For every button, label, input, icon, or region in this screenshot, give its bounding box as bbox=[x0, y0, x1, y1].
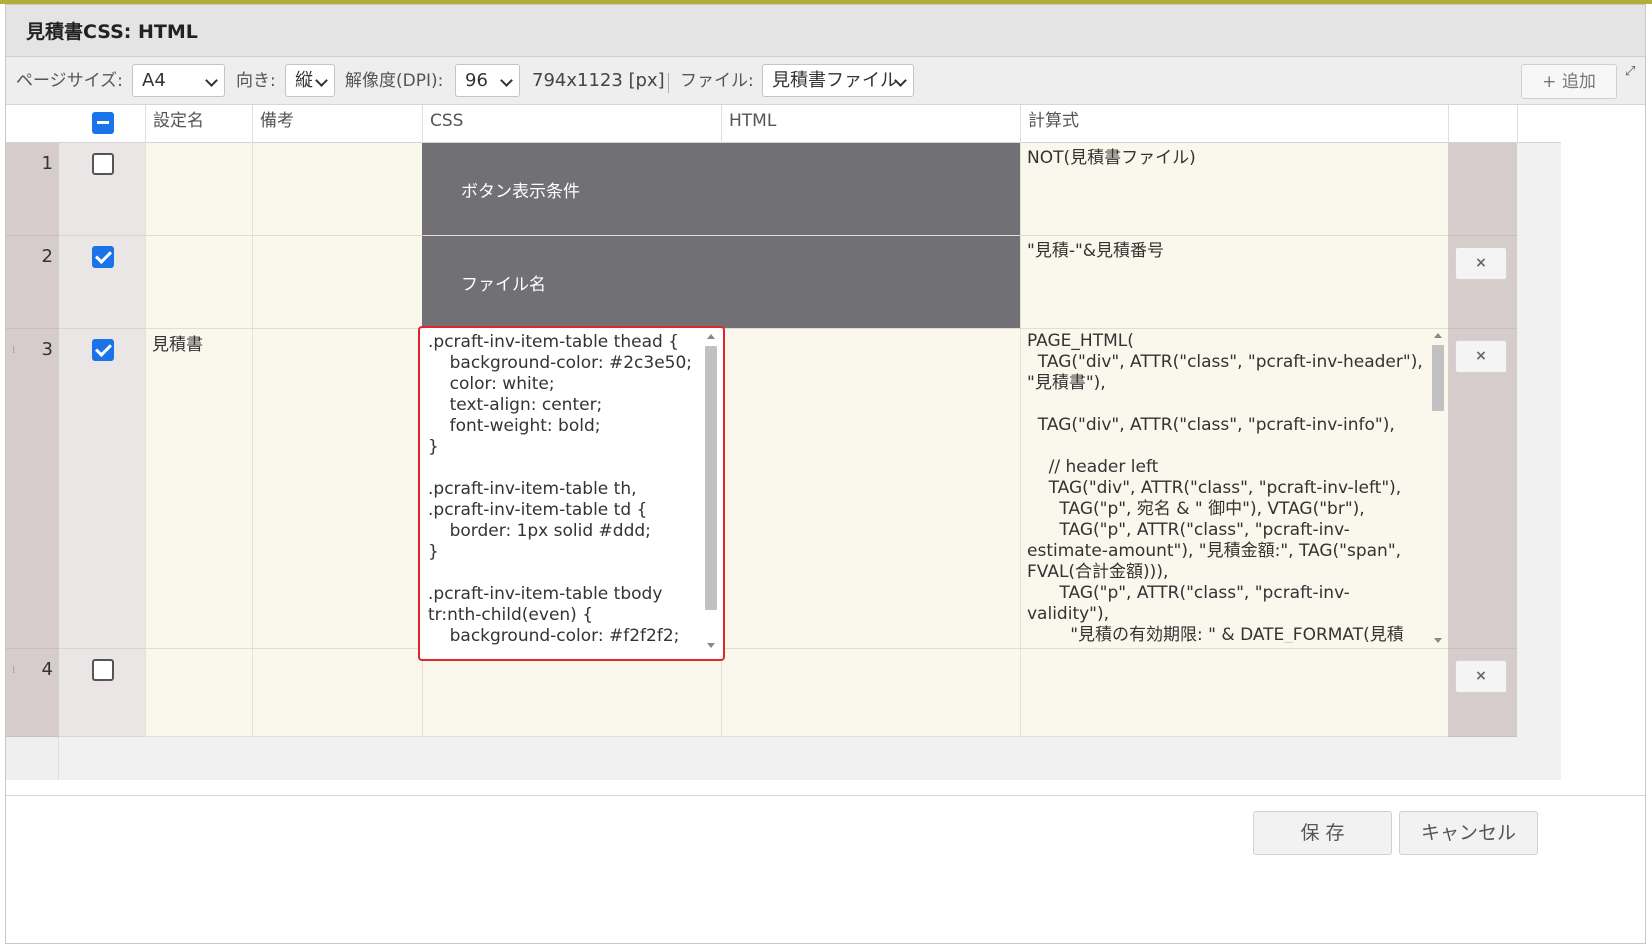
row-number: 1 bbox=[6, 143, 59, 236]
close-icon: × bbox=[1475, 348, 1487, 364]
column-header-blank bbox=[1517, 105, 1561, 143]
row-number-label: 4 bbox=[41, 659, 53, 680]
formula-cell[interactable] bbox=[1020, 649, 1448, 737]
row-number-label: 3 bbox=[41, 339, 53, 360]
row-checkbox[interactable] bbox=[92, 153, 114, 175]
column-header-name[interactable]: 設定名 bbox=[145, 105, 252, 143]
column-header-formula[interactable]: 計算式 bbox=[1020, 105, 1448, 143]
row-number: ⁞ 3 bbox=[6, 329, 59, 649]
empty-row-gutter bbox=[6, 737, 59, 780]
file-value: 見積書ファイル bbox=[772, 70, 898, 91]
scroll-up-icon[interactable] bbox=[707, 334, 715, 339]
page-size-select[interactable]: A4 bbox=[132, 64, 225, 97]
formula-cell[interactable]: "見積-"&見積番号 bbox=[1020, 236, 1448, 329]
drag-handle-icon[interactable]: ⁞ bbox=[12, 666, 18, 681]
scroll-down-icon[interactable] bbox=[1434, 638, 1442, 643]
dpi-select[interactable]: 96 bbox=[455, 64, 520, 97]
settings-grid: 設定名 備考 CSS HTML 計算式 1 ボタン表示条件 NOT(見積書ファイ… bbox=[6, 105, 1561, 780]
row-actions-cell: × bbox=[1448, 329, 1517, 649]
chevron-down-icon bbox=[205, 74, 218, 87]
note-cell[interactable] bbox=[252, 236, 422, 329]
formula-cell[interactable]: NOT(見積書ファイル) bbox=[1020, 143, 1448, 236]
scroll-down-icon[interactable] bbox=[707, 643, 715, 648]
row-checkbox[interactable] bbox=[92, 659, 114, 681]
chevron-down-icon bbox=[500, 74, 513, 87]
row-number-label: 2 bbox=[41, 246, 53, 267]
row-number-label: 1 bbox=[41, 153, 53, 174]
orientation-value: 縦 bbox=[295, 70, 313, 91]
add-button[interactable]: + 追加 bbox=[1521, 64, 1617, 99]
scroll-up-icon[interactable] bbox=[1434, 333, 1442, 338]
merged-label-cell: ボタン表示条件 bbox=[422, 143, 1020, 236]
chevron-down-icon bbox=[315, 74, 328, 87]
toolbar-divider bbox=[668, 73, 669, 93]
row-actions-cell: × bbox=[1448, 649, 1517, 737]
row-checkbox[interactable] bbox=[92, 339, 114, 361]
column-header-html[interactable]: HTML bbox=[721, 105, 1020, 143]
css-code-text: .pcraft-inv-item-table thead { backgroun… bbox=[428, 332, 693, 646]
toolbar: ページサイズ: A4 向き: 縦 解像度(DPI): 96 794x1123 [… bbox=[6, 57, 1645, 105]
row-actions-cell: × bbox=[1448, 236, 1517, 329]
note-cell[interactable] bbox=[252, 649, 422, 737]
html-cell[interactable] bbox=[721, 649, 1020, 737]
row-checkbox-cell bbox=[59, 329, 145, 649]
name-cell[interactable] bbox=[145, 236, 252, 329]
scroll-thumb[interactable] bbox=[705, 346, 717, 610]
css-scrollbar[interactable] bbox=[704, 334, 718, 648]
delete-row-button[interactable]: × bbox=[1455, 340, 1507, 373]
close-icon: × bbox=[1475, 255, 1487, 271]
merged-label-cell: ファイル名 bbox=[422, 236, 1020, 329]
page-size-label: ページサイズ: bbox=[16, 71, 123, 91]
row-checkbox[interactable] bbox=[92, 246, 114, 268]
row-number: ⁞ 4 bbox=[6, 649, 59, 737]
orientation-select[interactable]: 縦 bbox=[285, 64, 335, 97]
cancel-button[interactable]: キャンセル bbox=[1399, 811, 1538, 855]
css-cell[interactable] bbox=[422, 649, 721, 737]
row-checkbox-cell bbox=[59, 143, 145, 236]
footer-divider bbox=[6, 795, 1645, 796]
column-header-actions bbox=[1448, 105, 1517, 143]
orientation-label: 向き: bbox=[236, 71, 276, 91]
close-icon: × bbox=[1475, 668, 1487, 684]
name-cell[interactable]: 見積書 bbox=[145, 329, 252, 649]
html-cell[interactable] bbox=[721, 329, 1020, 649]
column-header-css[interactable]: CSS bbox=[422, 105, 721, 143]
select-all-checkbox[interactable] bbox=[92, 112, 114, 134]
merged-label: ファイル名 bbox=[461, 275, 546, 295]
dpi-label: 解像度(DPI): bbox=[345, 71, 444, 91]
expand-icon[interactable]: ⤢ bbox=[1625, 65, 1639, 79]
scroll-thumb[interactable] bbox=[1432, 345, 1444, 411]
note-cell[interactable] bbox=[252, 143, 422, 236]
name-cell[interactable] bbox=[145, 143, 252, 236]
file-select[interactable]: 見積書ファイル bbox=[762, 64, 914, 97]
merged-label: ボタン表示条件 bbox=[461, 182, 580, 202]
page-size-value: A4 bbox=[142, 70, 166, 91]
formula-scrollbar[interactable] bbox=[1431, 333, 1445, 643]
drag-handle-icon[interactable]: ⁞ bbox=[12, 346, 18, 361]
formula-cell[interactable]: PAGE_HTML( TAG("div", ATTR("class", "pcr… bbox=[1020, 329, 1448, 649]
note-cell[interactable] bbox=[252, 329, 422, 649]
formula-text: PAGE_HTML( TAG("div", ATTR("class", "pcr… bbox=[1027, 331, 1423, 643]
save-button[interactable]: 保 存 bbox=[1253, 811, 1392, 855]
css-html-dialog: 見積書CSS: HTML ページサイズ: A4 向き: 縦 解像度(DPI): … bbox=[5, 4, 1646, 944]
row-number: 2 bbox=[6, 236, 59, 329]
delete-row-button[interactable]: × bbox=[1455, 660, 1507, 693]
row-actions-cell bbox=[1448, 143, 1517, 236]
grid-header: 設定名 備考 CSS HTML 計算式 bbox=[6, 105, 1561, 143]
file-label: ファイル: bbox=[680, 71, 754, 91]
column-header-note[interactable]: 備考 bbox=[252, 105, 422, 143]
delete-row-button[interactable]: × bbox=[1455, 247, 1507, 280]
page-size-readout: 794x1123 [px] bbox=[532, 70, 665, 91]
dialog-title: 見積書CSS: HTML bbox=[6, 5, 1645, 57]
row-checkbox-cell bbox=[59, 236, 145, 329]
row-checkbox-cell bbox=[59, 649, 145, 737]
css-editor-highlighted[interactable]: .pcraft-inv-item-table thead { backgroun… bbox=[418, 326, 725, 661]
name-cell[interactable] bbox=[145, 649, 252, 737]
dpi-value: 96 bbox=[465, 70, 488, 91]
